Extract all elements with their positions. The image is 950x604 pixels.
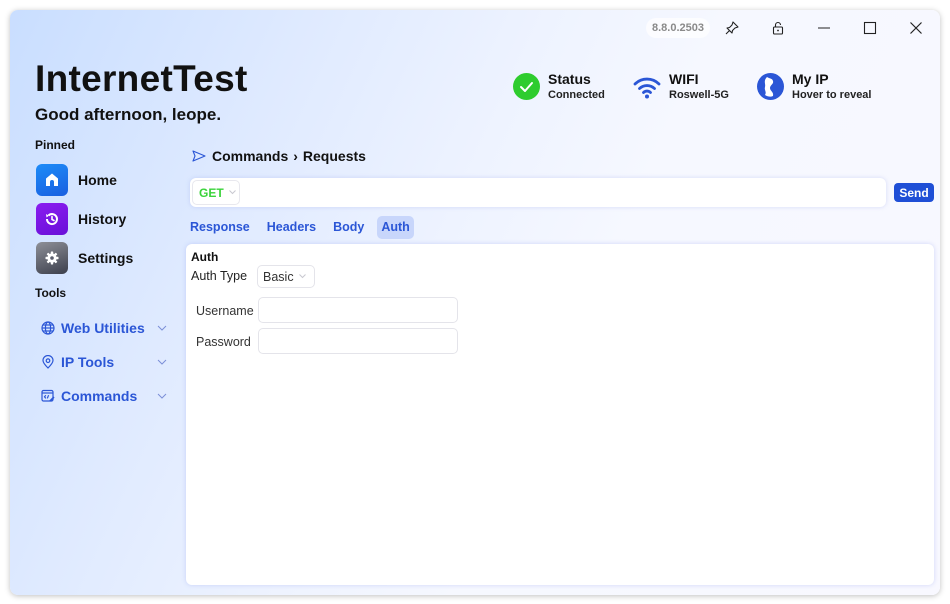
wifi-network: Roswell-5G <box>669 89 729 101</box>
wifi-title: WIFI <box>669 71 699 87</box>
auth-type-value: Basic <box>263 269 294 284</box>
gear-icon <box>36 242 68 274</box>
breadcrumb: Commands › Requests <box>192 148 366 164</box>
close-icon <box>910 22 922 34</box>
tab-body[interactable]: Body <box>329 216 368 239</box>
sidebar-item-history[interactable]: History <box>36 203 126 235</box>
tab-response[interactable]: Response <box>186 216 254 239</box>
wifi-indicator: WIFI Roswell-5G <box>633 71 729 102</box>
lock-icon <box>772 21 784 35</box>
sidebar-item-web-utilities[interactable]: Web Utilities <box>40 320 168 336</box>
sidebar-item-label: Settings <box>78 250 134 266</box>
request-bar: GET <box>190 178 886 207</box>
breadcrumb-parent[interactable]: Commands <box>212 148 288 164</box>
pin-icon <box>725 21 739 35</box>
close-button[interactable] <box>901 15 931 41</box>
sidebar-item-commands[interactable]: Commands <box>40 388 168 404</box>
chevron-down-icon <box>228 190 236 195</box>
minimize-button[interactable] <box>809 15 839 41</box>
username-label: Username <box>196 304 254 318</box>
location-pin-icon <box>40 354 56 370</box>
status-title: Status <box>548 71 591 87</box>
sidebar-item-label: History <box>78 211 127 227</box>
method-select[interactable]: GET <box>192 180 240 205</box>
send-arrow-icon <box>192 150 206 162</box>
globe-icon <box>40 320 56 336</box>
breadcrumb-current: Requests <box>302 148 366 164</box>
sidebar-item-home[interactable]: Home <box>36 164 117 196</box>
home-icon <box>36 164 68 196</box>
breadcrumb-separator: › <box>293 148 298 164</box>
greeting: Good afternoon, leope. <box>35 105 222 124</box>
lock-button[interactable] <box>763 15 793 41</box>
chevron-down-icon[interactable] <box>156 325 168 331</box>
status-indicator: Status Connected <box>512 71 605 102</box>
sidebar-item-settings[interactable]: Settings <box>36 242 133 274</box>
history-icon <box>36 203 68 235</box>
request-tabs: Response Headers Body Auth <box>186 216 423 239</box>
pin-button[interactable] <box>717 15 747 41</box>
auth-type-label: Auth Type <box>191 269 248 283</box>
tools-label: Tools <box>35 286 67 300</box>
my-ip-hint: Hover to reveal <box>792 89 872 101</box>
check-circle-icon <box>512 73 540 101</box>
sidebar-item-label: Home <box>78 172 117 188</box>
method-value: GET <box>199 185 224 200</box>
auth-title: Auth <box>191 250 219 264</box>
sidebar-item-label: Commands <box>61 388 138 404</box>
wifi-icon <box>633 73 661 101</box>
tab-auth[interactable]: Auth <box>377 216 414 239</box>
tab-headers[interactable]: Headers <box>263 216 320 239</box>
url-input[interactable] <box>244 180 882 205</box>
send-button[interactable]: Send <box>894 183 934 202</box>
password-label: Password <box>196 335 251 349</box>
chevron-down-icon <box>298 274 306 279</box>
pinned-label: Pinned <box>35 138 76 152</box>
version-badge: 8.8.0.2503 <box>646 18 710 38</box>
chevron-down-icon[interactable] <box>156 393 168 399</box>
maximize-button[interactable] <box>855 15 885 41</box>
app-title: InternetTest <box>35 58 248 99</box>
globe-icon <box>756 73 784 101</box>
maximize-icon <box>863 21 877 35</box>
sidebar-item-ip-tools[interactable]: IP Tools <box>40 354 168 370</box>
my-ip-indicator[interactable]: My IP Hover to reveal <box>756 71 871 102</box>
sidebar-item-label: IP Tools <box>61 354 115 370</box>
auth-type-select[interactable]: Basic <box>257 265 315 288</box>
app-window: 8.8.0.2503 InternetTest Good afternoon, … <box>10 10 940 595</box>
sidebar-item-label: Web Utilities <box>61 320 145 336</box>
password-input[interactable] <box>258 328 458 354</box>
my-ip-title: My IP <box>792 71 829 87</box>
code-window-icon <box>40 388 56 404</box>
minimize-icon <box>818 27 830 29</box>
username-input[interactable] <box>258 297 458 323</box>
status-value: Connected <box>548 89 605 101</box>
auth-panel: Auth Auth Type Basic Username Password <box>186 244 934 585</box>
chevron-down-icon[interactable] <box>156 359 168 365</box>
